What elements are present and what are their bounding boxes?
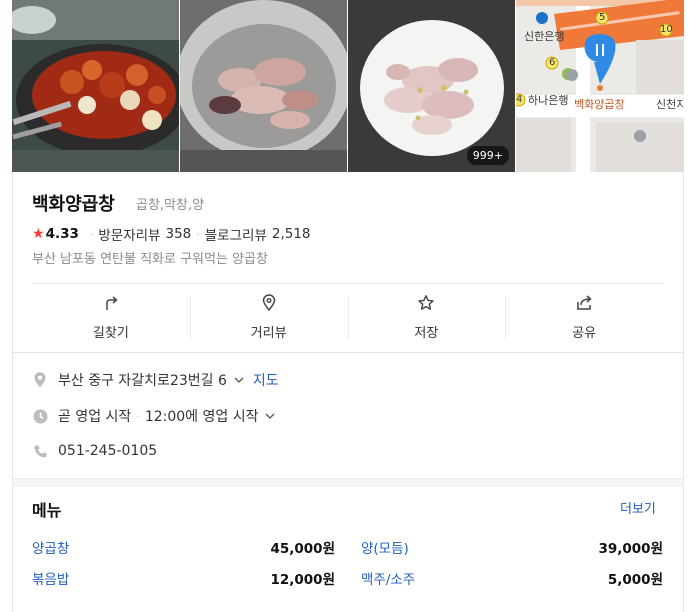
share-label: 공유	[572, 326, 597, 341]
map-label-shincheonji: 신천지	[656, 98, 684, 111]
directions-label: 길찾기	[92, 326, 129, 341]
street-view-label: 거리뷰	[250, 326, 287, 341]
photo-grill[interactable]	[12, 0, 180, 172]
separator-dot: ·	[89, 227, 94, 241]
map-exit-number: 5	[599, 12, 606, 23]
menu-item-price: 39,000원	[598, 541, 663, 557]
menu-title: 메뉴	[32, 501, 62, 520]
menu-item-price: 5,000원	[607, 572, 663, 588]
divider	[13, 352, 683, 353]
address-row: 부산 중구 자갈치로23번길 6 지도	[32, 370, 279, 390]
address-text: 부산 중구 자갈치로23번길 6	[58, 373, 227, 389]
menu-item-name[interactable]: 양(모듬)	[361, 537, 409, 557]
chevron-down-icon[interactable]	[233, 374, 245, 386]
separator-dot: ·	[136, 409, 140, 423]
directions-icon	[102, 294, 120, 316]
rating-row: ★ 4.33 · 방문자리뷰 358 · 블로그리뷰 2,518	[32, 224, 311, 244]
place-description: 부산 남포동 연탄불 직화로 구워먹는 양곱창	[32, 252, 268, 267]
hours-row: 곧 영업 시작 · 12:00에 영업 시작	[32, 406, 276, 426]
star-icon: ★	[32, 226, 45, 242]
phone-icon	[32, 443, 48, 459]
blog-review-label[interactable]: 블로그리뷰	[205, 224, 267, 244]
menu-item-name[interactable]: 볶음밥	[32, 568, 69, 588]
star-outline-icon	[417, 294, 435, 316]
photo-plate[interactable]: 999+	[348, 0, 516, 172]
phone-number[interactable]: 051-245-0105	[58, 443, 157, 459]
map-exit-number: 4	[516, 94, 523, 105]
photo-bowl[interactable]	[180, 0, 348, 172]
map-link[interactable]: 지도	[253, 370, 279, 390]
share-icon	[575, 294, 593, 316]
place-category: 곱창,막창,양	[136, 198, 205, 213]
place-name[interactable]: 백화양곱창	[32, 190, 115, 216]
directions-button[interactable]: 길찾기	[32, 284, 190, 346]
menu-item-price: 12,000원	[270, 572, 335, 588]
business-status: 곧 영업 시작	[58, 409, 132, 425]
map-exit-number: 6	[549, 57, 556, 68]
street-view-button[interactable]: 거리뷰	[189, 284, 348, 346]
map-label-place: 백화양곱창	[574, 98, 625, 111]
save-label: 저장	[414, 326, 439, 341]
photo-count-badge: 999+	[466, 146, 509, 165]
action-bar: 길찾기 거리뷰 저장 공유	[32, 284, 663, 346]
visitor-review-label[interactable]: 방문자리뷰	[98, 224, 160, 244]
menu-item-name[interactable]: 양곱창	[32, 537, 69, 557]
section-separator	[13, 478, 683, 486]
street-view-icon	[260, 294, 278, 316]
clock-icon	[32, 408, 48, 424]
separator-dot: ·	[196, 227, 200, 241]
visitor-review-count[interactable]: 358	[165, 226, 191, 242]
location-pin-icon	[32, 372, 48, 388]
save-button[interactable]: 저장	[347, 284, 506, 346]
map-exit-number: 10	[660, 24, 673, 35]
blog-review-count[interactable]: 2,518	[272, 226, 311, 242]
photo-strip: 999+ 신한은행 하나은행 백화양곱창 신천지 5 10 6 4	[12, 0, 684, 172]
share-button[interactable]: 공유	[505, 284, 663, 346]
menu-item-name[interactable]: 맥주/소주	[361, 568, 415, 588]
photo-map[interactable]: 신한은행 하나은행 백화양곱창 신천지 5 10 6 4	[516, 0, 684, 172]
rating-value: 4.33	[45, 226, 79, 242]
business-hours: 12:00에 영업 시작	[144, 409, 259, 425]
place-panel: 999+ 신한은행 하나은행 백화양곱창 신천지 5 10 6 4 백화양곱창 …	[0, 0, 691, 612]
map-label-hana: 하나은행	[528, 94, 569, 107]
phone-row: 051-245-0105	[32, 443, 157, 459]
map-label-shinhan: 신한은행	[524, 30, 565, 43]
menu-more-link[interactable]: 더보기	[620, 498, 656, 517]
chevron-down-icon[interactable]	[264, 410, 276, 422]
menu-item-price: 45,000원	[270, 541, 335, 557]
